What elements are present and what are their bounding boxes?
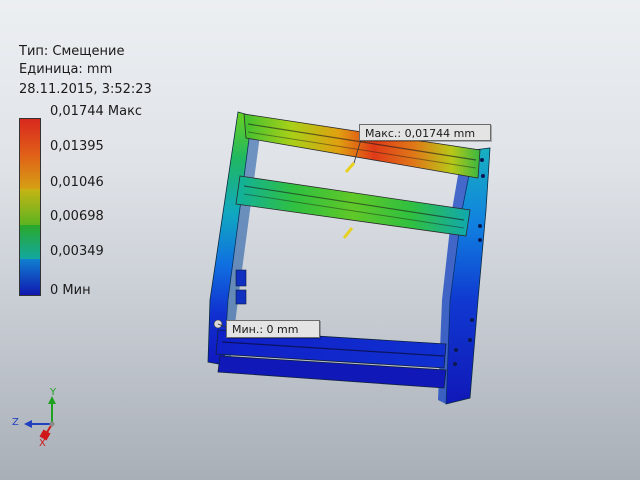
mount-bracket — [235, 289, 247, 305]
min-value-callout[interactable]: Мин.: 0 mm — [226, 320, 320, 338]
max-probe-marker — [344, 162, 356, 173]
x-axis-label: X — [39, 438, 46, 449]
middle-rail — [235, 175, 471, 237]
fea-result-viewport[interactable]: Тип: Смещение Единица: mm 28.11.2015, 3:… — [0, 0, 640, 480]
hole — [470, 318, 474, 322]
hole — [478, 238, 482, 242]
axis-triad[interactable]: Y Z X — [8, 387, 68, 449]
hole — [454, 348, 458, 352]
probe-marker — [342, 227, 354, 239]
hole — [453, 362, 457, 366]
hole — [478, 224, 482, 228]
hole — [481, 174, 485, 178]
mount-bracket — [235, 269, 247, 287]
hole — [468, 338, 472, 342]
deformed-frame-model[interactable] — [0, 0, 640, 480]
max-value-callout[interactable]: Макс.: 0,01744 mm — [359, 124, 491, 141]
z-axis-label: Z — [12, 417, 19, 428]
hole — [480, 158, 484, 162]
y-axis-label: Y — [50, 387, 57, 398]
